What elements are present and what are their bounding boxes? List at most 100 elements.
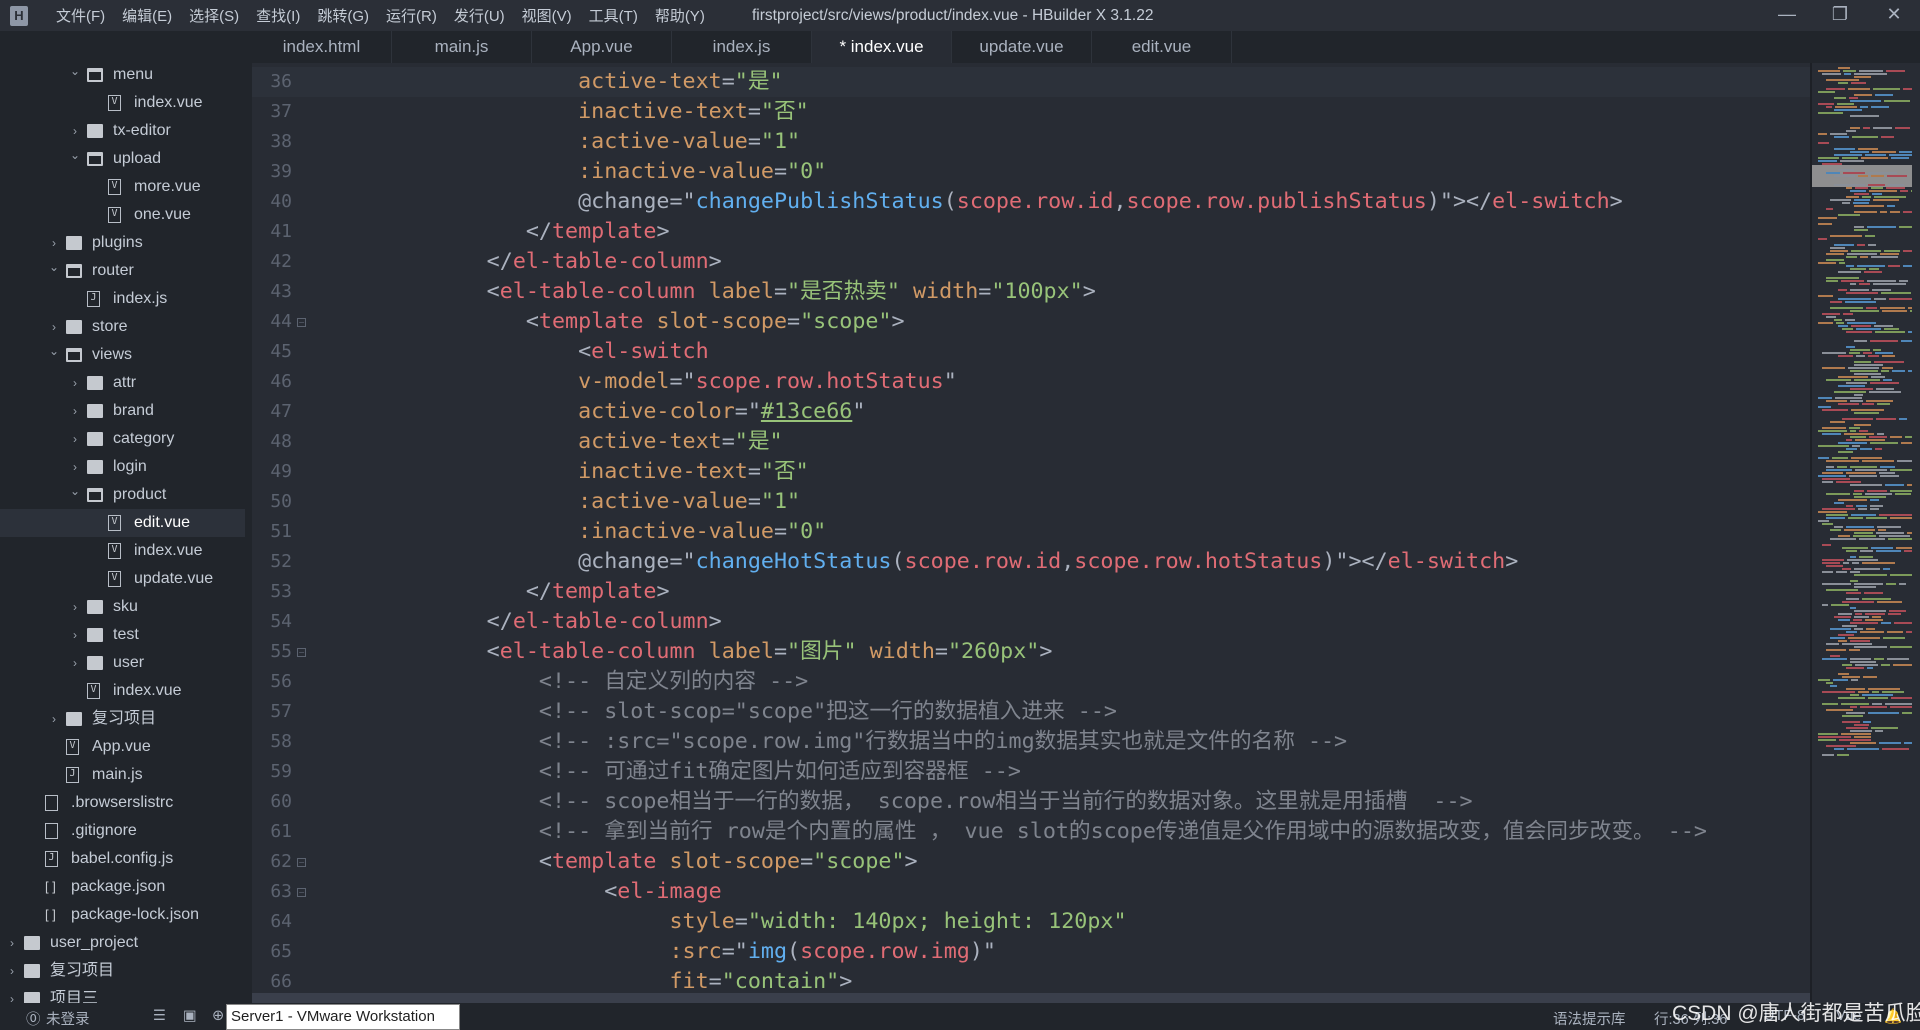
tree-item[interactable]: V App.vue: [0, 733, 245, 761]
chevron-right-icon[interactable]: ›: [69, 397, 81, 425]
code-line[interactable]: 57 <!-- slot-scop="scope"把这一行的数据植入进来 -->: [252, 697, 1810, 727]
terminal-icon[interactable]: ▣: [183, 1008, 197, 1024]
tab[interactable]: * index.vue: [812, 31, 952, 63]
login-status[interactable]: 未登录: [46, 1008, 90, 1029]
chevron-right-icon[interactable]: ›: [69, 593, 81, 621]
code-line[interactable]: 61 <!-- 拿到当前行 row是个内置的属性 ， vue slot的scop…: [252, 817, 1810, 847]
code-line[interactable]: 47 active-color="#13ce66": [252, 397, 1810, 427]
tree-item[interactable]: [ ] package.json: [0, 873, 245, 901]
code-line[interactable]: 66 fit="contain">: [252, 967, 1810, 993]
code-line[interactable]: 64 style="width: 140px; height: 120px": [252, 907, 1810, 937]
code-line[interactable]: 37 inactive-text="否": [252, 97, 1810, 127]
close-button[interactable]: ✕: [1879, 4, 1909, 26]
code-line[interactable]: 52 @change="changeHotStatus(scope.row.id…: [252, 547, 1810, 577]
tab[interactable]: index.html: [252, 31, 392, 63]
menu-item[interactable]: 运行(R): [386, 5, 437, 26]
tree-item[interactable]: Vone.vue: [0, 201, 245, 229]
tab[interactable]: update.vue: [952, 31, 1092, 63]
menu-item[interactable]: 视图(V): [522, 5, 572, 26]
tree-item[interactable]: › category: [0, 425, 245, 453]
code-line[interactable]: 45 <el-switch: [252, 337, 1810, 367]
code-line[interactable]: 65 :src="img(scope.row.img)": [252, 937, 1810, 967]
tree-item[interactable]: ⌄ product: [0, 481, 245, 509]
code-line[interactable]: 62− <template slot-scope="scope">: [252, 847, 1810, 877]
fold-toggle-icon[interactable]: −: [297, 648, 306, 657]
menu-item[interactable]: 选择(S): [189, 5, 239, 26]
code-line[interactable]: 55− <el-table-column label="图片" width="2…: [252, 637, 1810, 667]
tree-item[interactable]: Jmain.js: [0, 761, 245, 789]
user-icon[interactable]: ⓪: [26, 1008, 41, 1029]
chevron-right-icon[interactable]: ›: [6, 957, 18, 985]
tab[interactable]: index.js: [672, 31, 812, 63]
code-line[interactable]: 38 :active-value="1": [252, 127, 1810, 157]
chevron-right-icon[interactable]: ›: [6, 929, 18, 957]
code-line[interactable]: 41 </template>: [252, 217, 1810, 247]
globe-icon[interactable]: ⊕: [212, 1008, 224, 1024]
fold-toggle-icon[interactable]: −: [297, 318, 306, 327]
tree-item[interactable]: Jbabel.config.js: [0, 845, 245, 873]
menu-item[interactable]: 文件(F): [56, 5, 105, 26]
menu-item[interactable]: 查找(I): [256, 5, 300, 26]
menu-item[interactable]: 编辑(E): [122, 5, 172, 26]
menu-item[interactable]: 帮助(Y): [655, 5, 705, 26]
chevron-right-icon[interactable]: ›: [69, 621, 81, 649]
code-line[interactable]: 39 :inactive-value="0": [252, 157, 1810, 187]
tree-item[interactable]: › sku: [0, 593, 245, 621]
tree-item[interactable]: ⌄ views: [0, 341, 245, 369]
tree-item[interactable]: Vindex.vue: [0, 677, 245, 705]
chevron-right-icon[interactable]: ›: [6, 985, 18, 1003]
tab[interactable]: main.js: [392, 31, 532, 63]
tree-item[interactable]: ⌄ router: [0, 257, 245, 285]
code-line[interactable]: 44− <template slot-scope="scope">: [252, 307, 1810, 337]
fold-toggle-icon[interactable]: −: [297, 888, 306, 897]
code-line[interactable]: 58 <!-- :src="scope.row.img"行数据当中的img数据其…: [252, 727, 1810, 757]
code-editor[interactable]: 36 active-text="是" 37 inactive-text="否" 38…: [252, 63, 1810, 993]
chevron-down-icon[interactable]: ⌄: [69, 141, 81, 169]
code-line[interactable]: 46 v-model="scope.row.hotStatus": [252, 367, 1810, 397]
code-line[interactable]: 53 </template>: [252, 577, 1810, 607]
outline-list-icon[interactable]: ☰: [153, 1008, 166, 1024]
code-line[interactable]: 63− <el-image: [252, 877, 1810, 907]
minimap[interactable]: [1810, 63, 1920, 1003]
code-line[interactable]: 60 <!-- scope相当于一行的数据， scope.row相当于当前行的数…: [252, 787, 1810, 817]
tree-item[interactable]: [ ] package-lock.json: [0, 901, 245, 929]
chevron-right-icon[interactable]: ›: [69, 425, 81, 453]
tree-item[interactable]: › user: [0, 649, 245, 677]
code-line[interactable]: 43 <el-table-column label="是否热卖" width="…: [252, 277, 1810, 307]
fold-toggle-icon[interactable]: −: [297, 858, 306, 867]
tree-item[interactable]: › 复习项目: [0, 705, 245, 733]
tree-item[interactable]: › test: [0, 621, 245, 649]
chevron-down-icon[interactable]: ⌄: [48, 253, 60, 281]
tree-item[interactable]: .gitignore: [0, 817, 245, 845]
syntax-library[interactable]: 语法提示库: [1553, 1008, 1626, 1029]
tree-item[interactable]: › store: [0, 313, 245, 341]
horizontal-scrollbar[interactable]: [252, 993, 1810, 1003]
chevron-right-icon[interactable]: ›: [69, 369, 81, 397]
tree-item[interactable]: .browserslistrc: [0, 789, 245, 817]
tree-item[interactable]: › user_project: [0, 929, 245, 957]
tree-item[interactable]: ⌄ menu: [0, 63, 245, 89]
menu-item[interactable]: 工具(T): [589, 5, 638, 26]
tree-item[interactable]: Vedit.vue: [0, 509, 245, 537]
code-line[interactable]: 51 :inactive-value="0": [252, 517, 1810, 547]
code-line[interactable]: 48 active-text="是": [252, 427, 1810, 457]
tab[interactable]: edit.vue: [1092, 31, 1232, 63]
code-line[interactable]: 50 :active-value="1": [252, 487, 1810, 517]
tree-item[interactable]: Jindex.js: [0, 285, 245, 313]
menu-item[interactable]: 跳转(G): [317, 5, 369, 26]
maximize-button[interactable]: ❐: [1825, 4, 1855, 26]
chevron-down-icon[interactable]: ⌄: [69, 63, 81, 85]
tree-item[interactable]: ⌄ upload: [0, 145, 245, 173]
tree-item[interactable]: › brand: [0, 397, 245, 425]
tree-item[interactable]: › 复习项目: [0, 957, 245, 985]
sidebar-divider[interactable]: [245, 63, 252, 1003]
chevron-down-icon[interactable]: ⌄: [69, 477, 81, 505]
tree-item[interactable]: Vmore.vue: [0, 173, 245, 201]
chevron-right-icon[interactable]: ›: [48, 705, 60, 733]
tree-item[interactable]: › tx-editor: [0, 117, 245, 145]
code-line[interactable]: 49 inactive-text="否": [252, 457, 1810, 487]
minimize-button[interactable]: —: [1772, 4, 1802, 26]
tree-item[interactable]: › login: [0, 453, 245, 481]
code-line[interactable]: 36 active-text="是": [252, 67, 1810, 97]
code-line[interactable]: 54 </el-table-column>: [252, 607, 1810, 637]
